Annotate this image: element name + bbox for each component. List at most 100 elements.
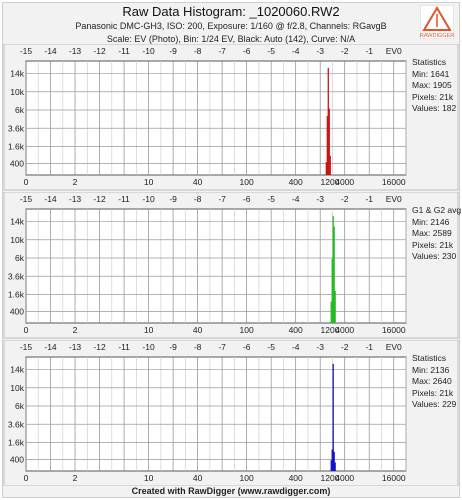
x-tick-ev: -11 (118, 342, 130, 352)
plot-area (25, 356, 407, 472)
stats-green: G1 & G2 avg Min: 2146 Max: 2589 Pixels: … (412, 205, 461, 263)
x-tick-ev: -8 (194, 194, 202, 204)
y-tick-label: 6k (15, 401, 25, 411)
x-tick-ev: -13 (69, 342, 82, 352)
stats-values: Values: 182 (412, 103, 457, 113)
stats-blue: Statistics Min: 2136 Max: 2640 Pixels: 2… (412, 353, 456, 411)
histogram-bar (329, 155, 331, 175)
histogram-bar (334, 462, 336, 471)
x-tick-ev: -10 (142, 342, 155, 352)
x-tick-value: 40 (193, 325, 203, 335)
x-tick-ev: -4 (292, 46, 300, 56)
x-tick-value: 4000 (335, 177, 354, 187)
x-tick-ev: -12 (93, 194, 106, 204)
y-tick-label: 3.6k (8, 419, 25, 429)
stats-title: Statistics (412, 57, 447, 67)
histogram-bar (334, 290, 336, 323)
y-tick-label: 400 (10, 455, 24, 465)
x-tick-ev: -15 (20, 194, 33, 204)
y-tick-label: 1.6k (8, 438, 25, 448)
footer-credit: Created with RawDigger (www.rawdigger.co… (131, 486, 331, 496)
x-tick-ev: -4 (292, 342, 300, 352)
x-tick-value: 0 (24, 325, 29, 335)
x-tick-value: 0 (24, 177, 29, 187)
stats-pixels: Pixels: 21k (412, 387, 454, 398)
stats-min: Min: 1641 (412, 68, 450, 79)
x-tick-ev: -7 (218, 194, 226, 204)
x-tick-value: 100 (240, 325, 254, 335)
x-tick-value: 2 (73, 177, 78, 187)
scale-info: Scale: EV (Photo), Bin: 1/24 EV, Black: … (106, 34, 356, 44)
y-tick-label: 3.6k (8, 123, 25, 133)
svg-text:RAWDIGGER: RAWDIGGER (420, 33, 454, 39)
stats-max: Max: 1905 (412, 80, 452, 90)
stats-red: Statistics Min: 1641 Max: 1905 Pixels: 2… (412, 57, 456, 115)
x-tick-value: 400 (289, 177, 303, 187)
x-tick-ev: -8 (194, 342, 202, 352)
x-tick-value: 16000 (382, 325, 406, 335)
x-tick-ev: -14 (44, 194, 57, 204)
y-tick-label: 3.6k (8, 271, 25, 281)
y-tick-label: 14k (10, 217, 24, 227)
chart-title: Raw Data Histogram: _1020060.RW2 (122, 4, 340, 19)
x-tick-value: 10 (144, 473, 154, 483)
x-tick-value: 40 (193, 177, 203, 187)
x-tick-ev: EV0 (386, 342, 402, 352)
stats-pixels: Pixels: 21k (412, 239, 454, 250)
x-tick-ev: -14 (44, 342, 57, 352)
rawdigger-logo: RAWDIGGER (420, 5, 454, 39)
y-tick-label: 10k (10, 383, 24, 393)
x-tick-ev: EV0 (386, 46, 402, 56)
y-tick-label: 14k (10, 365, 24, 375)
x-tick-ev: -5 (267, 342, 275, 352)
x-tick-ev: -8 (194, 46, 202, 56)
x-tick-value: 10 (144, 325, 154, 335)
x-tick-ev: -2 (341, 46, 349, 56)
x-tick-value: 400 (289, 473, 303, 483)
x-tick-value: 4000 (335, 325, 354, 335)
x-tick-value: 100 (240, 473, 254, 483)
x-tick-ev: -3 (316, 342, 324, 352)
x-tick-value: 16000 (382, 177, 406, 187)
x-tick-ev: -5 (267, 46, 275, 56)
x-tick-ev: -11 (118, 194, 130, 204)
x-tick-ev: -6 (243, 194, 251, 204)
x-tick-ev: -13 (69, 46, 82, 56)
y-tick-label: 400 (10, 159, 24, 169)
x-tick-ev: -4 (292, 194, 300, 204)
x-tick-ev: -12 (93, 342, 106, 352)
x-tick-ev: -10 (142, 46, 155, 56)
x-tick-value: 2 (73, 325, 78, 335)
stats-min: Min: 2146 (412, 216, 450, 227)
x-tick-ev: -12 (93, 46, 106, 56)
y-tick-label: 14k (10, 69, 24, 79)
y-tick-label: 400 (10, 307, 24, 317)
y-tick-label: 6k (15, 105, 25, 115)
x-tick-value: 100 (240, 177, 254, 187)
stats-max: Max: 2640 (412, 376, 452, 386)
x-tick-ev: -2 (341, 342, 349, 352)
stats-min: Min: 2136 (412, 364, 450, 375)
x-tick-ev: -3 (316, 194, 324, 204)
y-tick-label: 1.6k (8, 142, 25, 152)
stats-pixels: Pixels: 21k (412, 91, 454, 102)
stats-max: Max: 2589 (412, 228, 452, 238)
histogram-green: -15 -14 -13 -12 -11 -10 -9 -8 -7 -6 -5 -4 -3 -2 -1 EV0 1… (3, 192, 459, 339)
x-tick-ev: -9 (169, 194, 177, 204)
x-tick-value: 16000 (382, 473, 406, 483)
x-tick-ev: -7 (218, 46, 226, 56)
x-tick-ev: -1 (365, 194, 373, 204)
x-tick-value: 40 (193, 473, 203, 483)
x-tick-value: 2 (73, 473, 78, 483)
stats-values: Values: 229 (412, 399, 457, 409)
x-tick-ev: -10 (142, 194, 155, 204)
histogram-red: -15 -14 -13 -12 -11 -10 -9 -8 -7 -6 -5 -4 -3 -2 -1 EV0 1… (3, 44, 459, 191)
x-tick-ev: -11 (118, 46, 130, 56)
x-tick-value: 4000 (335, 473, 354, 483)
x-tick-ev: EV0 (386, 194, 402, 204)
x-tick-ev: -9 (169, 46, 177, 56)
stats-title: G1 & G2 avg (412, 205, 462, 215)
x-tick-ev: -5 (267, 194, 275, 204)
x-tick-ev: -6 (243, 342, 251, 352)
x-tick-ev: -14 (44, 46, 57, 56)
